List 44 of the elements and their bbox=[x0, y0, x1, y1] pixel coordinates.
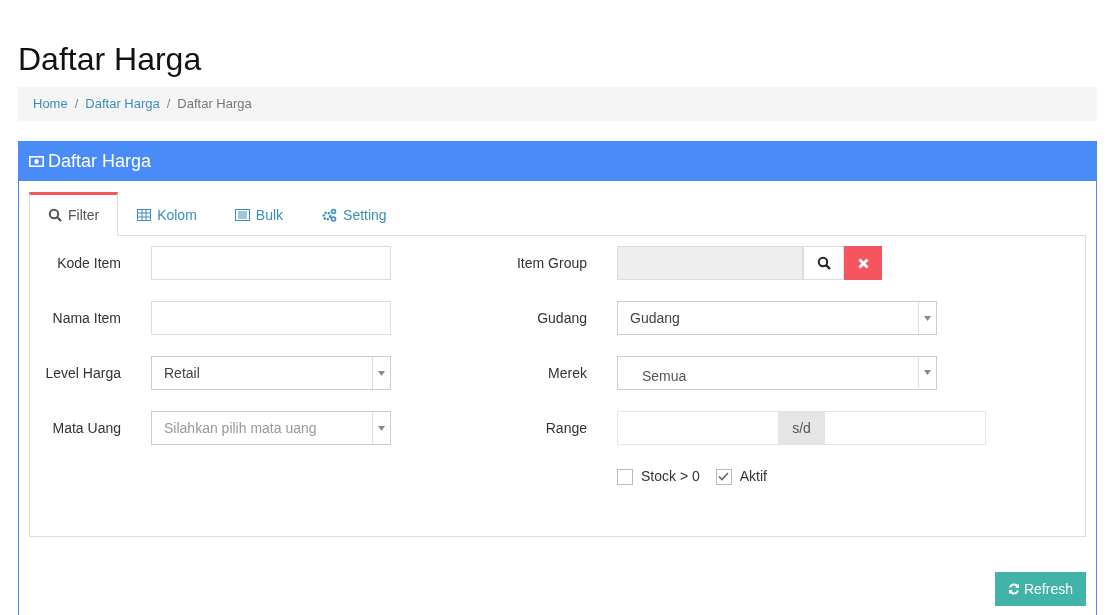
tab[interactable]: Kolom bbox=[118, 192, 216, 237]
breadcrumb-current: Daftar Harga bbox=[177, 95, 252, 114]
search-button[interactable] bbox=[803, 246, 844, 281]
field-label: Nama Item bbox=[51, 308, 121, 328]
caret-icon bbox=[924, 315, 931, 321]
checkbox-label: Stock > 0 bbox=[641, 467, 700, 487]
checkbox[interactable] bbox=[617, 468, 633, 485]
table-icon bbox=[137, 209, 152, 222]
tab[interactable]: Bulk bbox=[215, 192, 303, 237]
select-field[interactable]: Retail bbox=[151, 356, 391, 391]
checkbox-label: Aktif bbox=[739, 467, 767, 487]
select-field[interactable]: Gudang bbox=[617, 301, 937, 336]
money-icon bbox=[29, 156, 44, 168]
select-field[interactable]: Silahkan pilih mata uang bbox=[151, 411, 391, 446]
close-icon bbox=[857, 257, 869, 269]
field-label: Range bbox=[544, 418, 587, 438]
field-label: Mata Uang bbox=[51, 418, 121, 438]
caret-icon bbox=[378, 370, 385, 376]
refresh-icon bbox=[1007, 583, 1020, 596]
page-title: Daftar Harga bbox=[18, 42, 203, 78]
gears-icon bbox=[321, 208, 338, 223]
field-label: Kode Item bbox=[56, 253, 121, 273]
refresh-button[interactable]: Refresh bbox=[994, 572, 1086, 607]
breadcrumb-link[interactable]: Daftar Harga bbox=[85, 94, 160, 114]
breadcrumb-link[interactable]: Home bbox=[33, 94, 68, 114]
breadcrumb-separator: / bbox=[165, 95, 172, 114]
tab[interactable]: Filter bbox=[29, 192, 119, 237]
breadcrumb-separator: / bbox=[73, 95, 80, 114]
field-label: Item Group bbox=[515, 253, 587, 273]
caret-icon bbox=[378, 425, 385, 431]
list-icon bbox=[234, 209, 250, 222]
search-icon bbox=[48, 208, 62, 223]
text-input[interactable] bbox=[151, 301, 391, 336]
caret-icon bbox=[924, 369, 931, 375]
lookup-input[interactable] bbox=[617, 246, 803, 281]
search-icon bbox=[816, 256, 831, 271]
field-label: Merek bbox=[547, 363, 587, 383]
text-input[interactable] bbox=[151, 246, 391, 281]
select-field[interactable]: Semua bbox=[617, 356, 937, 391]
field-label: Level Harga bbox=[44, 363, 121, 383]
field-label: Gudang bbox=[536, 308, 587, 328]
checkbox[interactable] bbox=[715, 468, 732, 485]
tab[interactable]: Setting bbox=[302, 192, 406, 237]
panel-title: Daftar Harga bbox=[48, 150, 152, 174]
